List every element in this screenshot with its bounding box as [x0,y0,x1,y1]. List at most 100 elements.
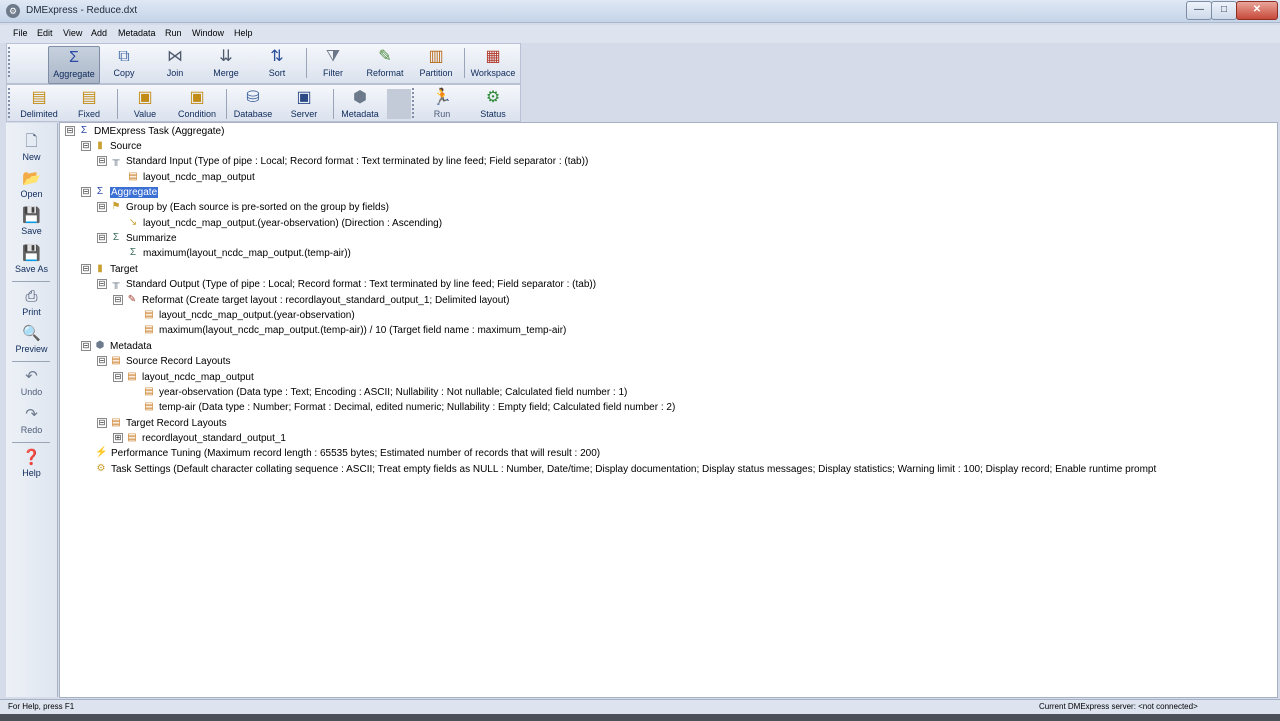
workspace-button[interactable]: ▦ Workspace [468,46,518,82]
reformat-button[interactable]: ✎ Reformat [360,46,410,82]
collapse-toggle[interactable]: ⊟ [81,141,91,152]
tree-node-label: Task Settings (Default character collati… [111,464,1157,475]
task-icon: Σ [80,125,88,137]
collapse-toggle[interactable]: ⊟ [81,264,91,275]
delimited-button[interactable]: ▤ Delimited [14,87,64,120]
maximize-button[interactable]: □ [1211,1,1237,20]
tree-node-performance-tuning[interactable]: ⚡ Performance Tuning (Maximum record leng… [95,447,600,461]
print-button[interactable]: ⎙ Print [6,287,57,317]
collapse-toggle[interactable]: ⊟ [97,202,107,213]
tree-node-layout-field[interactable]: ▤ temp-air (Data type : Number; Format : … [143,401,675,415]
tree-node-reformat-field[interactable]: ▤ layout_ncdc_map_output.(year-observatio… [143,309,354,323]
tree-node-group-field[interactable]: ↘ layout_ncdc_map_output.(year-observatio… [127,217,442,231]
undo-button[interactable]: ↶ Undo [6,367,57,397]
toolbar-grip[interactable] [8,47,13,77]
status-bar: For Help, press F1 Current DMExpress ser… [0,699,1280,721]
expand-toggle[interactable]: ⊞ [113,433,123,444]
menu-view[interactable]: View [63,28,82,38]
tree-node-standard-input[interactable]: ⊟ ╥ Standard Input (Type of pipe : Local; … [97,155,588,169]
tree-node-label: Summarize [126,233,177,244]
collapse-toggle[interactable]: ⊟ [81,187,91,198]
collapse-toggle[interactable]: ⊟ [65,126,75,137]
save-as-button[interactable]: 💾 Save As [6,244,57,274]
tree-node-aggregate[interactable]: ⊟ Σ Aggregate [81,186,159,200]
tree-node-source[interactable]: ⊟ ▮ Source [81,140,142,154]
join-button[interactable]: ⋈ Join [150,46,200,82]
preview-button[interactable]: 🔍 Preview [6,324,57,354]
tree-node-summary-field[interactable]: Σmaximum(layout_ncdc_map_output.(temp-ai… [127,247,351,261]
tree-node-target-record-layouts[interactable]: ⊟ ▤ Target Record Layouts [97,417,227,431]
copy-button[interactable]: ⧉ Copy [99,46,149,82]
close-button[interactable]: ✕ [1236,1,1278,20]
join-icon: ⋈ [167,48,183,65]
collapse-toggle[interactable]: ⊟ [113,295,123,306]
fixed-button[interactable]: ▤ Fixed [64,87,114,120]
left-sidebar: 🗋 New 📂 Open 💾 Save 💾 Save As ⎙ Print 🔍 … [6,123,58,697]
tree-node-reformat-field[interactable]: ▤ maximum(layout_ncdc_map_output.(temp-ai… [143,324,566,338]
tree-node-task[interactable]: ⊟ Σ DMExpress Task (Aggregate) [65,125,224,139]
redo-button[interactable]: ↷ Redo [6,405,57,435]
collapse-toggle[interactable]: ⊟ [97,356,107,367]
tree-node-label: maximum(layout_ncdc_map_output.(temp-air… [143,248,351,259]
menu-bar: File Edit View Add Metadata Run Window H… [0,25,1280,43]
menu-file[interactable]: File [13,28,28,38]
tree-node-reformat[interactable]: ⊟ ✎ Reformat (Create target layout : recor… [113,294,509,308]
merge-icon: ⇊ [219,48,233,65]
collapse-toggle[interactable]: ⊟ [113,372,123,383]
value-button[interactable]: ▣ Value [120,87,170,120]
redo-icon: ↷ [25,406,38,423]
tree-node-label: DMExpress Task (Aggregate) [94,126,225,137]
workspace-icon: ▦ [485,48,501,65]
menu-window[interactable]: Window [192,28,224,38]
status-server-text: Current DMExpress server: <not connected… [1039,702,1198,711]
menu-metadata[interactable]: Metadata [118,28,156,38]
collapse-toggle[interactable]: ⊟ [97,279,107,290]
undo-icon: ↶ [25,368,38,385]
new-button[interactable]: 🗋 New [6,132,57,162]
minimize-button[interactable]: — [1186,1,1212,20]
tree-node-source-layout[interactable]: ▤ layout_ncdc_map_output [127,171,254,185]
layout-toolbar: ▤ Delimited ▤ Fixed ▣ Value ▣ Condition … [6,84,521,122]
metadata-node-icon: ⬢ [95,340,105,352]
condition-button[interactable]: ▣ Condition [172,87,222,120]
tree-node-summarize[interactable]: ⊟ Σ Summarize [97,232,177,246]
collapse-toggle[interactable]: ⊟ [97,418,107,429]
metadata-button[interactable]: ⬢ Metadata [335,87,385,120]
server-button[interactable]: ▣ Server [279,87,329,120]
menu-edit[interactable]: Edit [37,28,53,38]
save-as-icon: 💾 [22,245,41,262]
task-toolbar: Σ Aggregate ⧉ Copy ⋈ Join ⇊ Merge ⇅ Sort… [6,43,521,84]
run-icon: 🏃 [432,89,452,106]
collapse-toggle[interactable]: ⊟ [97,156,107,167]
tree-node-layout-field[interactable]: ▤ year-observation (Data type : Text; Enc… [143,386,627,400]
tree-node-standard-output[interactable]: ⊟ ╥ Standard Output (Type of pipe : Local;… [97,278,596,292]
filter-button[interactable]: ⧩ Filter [308,46,358,82]
menu-run[interactable]: Run [165,28,182,38]
tree-node-label: layout_ncdc_map_output [142,372,254,383]
aggregate-button[interactable]: Σ Aggregate [48,46,100,84]
layout-icon: ▤ [144,309,154,321]
help-button[interactable]: ❓ Help [6,448,57,478]
tree-node-layout[interactable]: ⊟ ▤ layout_ncdc_map_output [113,371,254,385]
tree-node-source-record-layouts[interactable]: ⊟ ▤ Source Record Layouts [97,355,231,369]
menu-add[interactable]: Add [91,28,107,38]
save-button[interactable]: 💾 Save [6,206,57,236]
tree-node-metadata[interactable]: ⊟ ⬢ Metadata [81,340,152,354]
sort-button[interactable]: ⇅ Sort [252,46,302,82]
merge-button[interactable]: ⇊ Merge [201,46,251,82]
collapse-toggle[interactable]: ⊟ [81,341,91,352]
run-button[interactable]: 🏃 Run [417,87,467,120]
tree-node-target[interactable]: ⊟ ▮ Target [81,263,138,277]
collapse-toggle[interactable]: ⊟ [97,233,107,244]
toolbar-grip[interactable] [8,88,13,118]
status-button[interactable]: ⚙ Status [468,87,518,120]
partition-button[interactable]: ▥ Partition [411,46,461,82]
tree-node-group-by[interactable]: ⊟ ⚑ Group by (Each source is pre-sorted on… [97,201,389,215]
open-button[interactable]: 📂 Open [6,169,57,199]
tree-node-target-layout[interactable]: ⊞ ▤ recordlayout_standard_output_1 [113,432,286,446]
menu-help[interactable]: Help [234,28,253,38]
tree-node-label: Group by (Each source is pre-sorted on t… [126,202,389,213]
tree-node-task-settings[interactable]: ⚙ Task Settings (Default character collat… [95,463,1157,477]
database-button[interactable]: ⛁ Database [228,87,278,120]
target-icon: ▮ [97,263,103,275]
